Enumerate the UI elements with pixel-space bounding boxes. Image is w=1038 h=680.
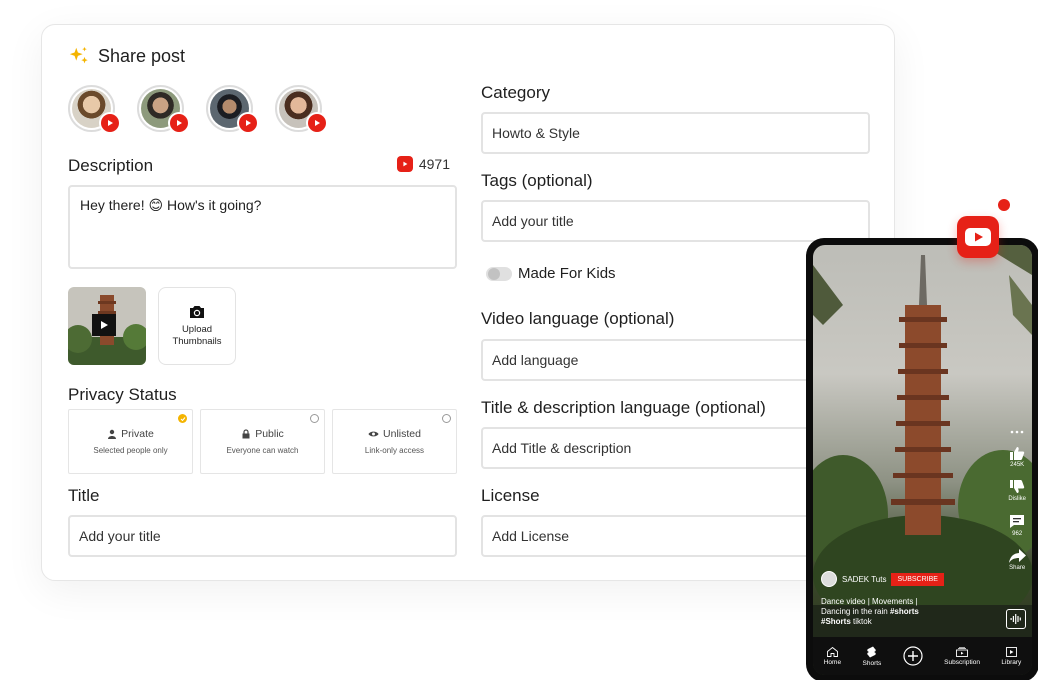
privacy-option-title: Unlisted bbox=[368, 428, 421, 440]
youtube-logo-icon bbox=[957, 216, 999, 258]
nav-create[interactable] bbox=[903, 646, 923, 666]
share-icon bbox=[1008, 549, 1026, 563]
privacy-option-subtitle: Link-only access bbox=[364, 446, 425, 455]
youtube-badge bbox=[306, 112, 328, 134]
made-for-kids-row: Made For Kids bbox=[486, 265, 616, 282]
youtube-badge bbox=[237, 112, 259, 134]
channel-avatar[interactable] bbox=[821, 571, 837, 587]
toggle-knob bbox=[488, 267, 500, 280]
nav-subscriptions[interactable]: Subscription bbox=[944, 646, 980, 666]
account-avatar[interactable] bbox=[275, 85, 328, 134]
nav-shorts[interactable]: Shorts bbox=[863, 646, 881, 667]
title-input[interactable]: Add your title bbox=[68, 515, 457, 557]
shorts-icon bbox=[867, 646, 877, 657]
video-caption: Dance video | Movements | Dancing in the… bbox=[821, 597, 919, 626]
library-icon bbox=[1005, 646, 1017, 657]
account-avatar[interactable] bbox=[206, 85, 259, 134]
youtube-icon bbox=[239, 114, 257, 132]
privacy-option-title: Private bbox=[107, 428, 154, 440]
character-counter: 4971 bbox=[396, 156, 450, 172]
shorts-preview-screen: 245K Dislike 962 Share SADEK Tuts SUBSCR… bbox=[813, 245, 1032, 675]
privacy-option-subtitle: Selected people only bbox=[93, 446, 168, 455]
audio-track-button[interactable] bbox=[1006, 609, 1026, 629]
account-avatar[interactable] bbox=[68, 85, 121, 134]
privacy-status-label: Privacy Status bbox=[68, 385, 177, 404]
comments-button[interactable]: 962 bbox=[1009, 514, 1025, 537]
privacy-option-title: Public bbox=[241, 428, 284, 440]
share-button[interactable]: Share bbox=[1008, 549, 1026, 571]
card-header: Share post bbox=[68, 45, 185, 67]
subscriptions-icon bbox=[956, 646, 969, 657]
play-icon[interactable] bbox=[92, 314, 116, 336]
tags-label: Tags (optional) bbox=[481, 171, 593, 190]
hashtag-link[interactable]: #shorts bbox=[890, 607, 919, 616]
home-icon bbox=[826, 646, 838, 657]
camera-icon bbox=[190, 306, 204, 318]
thumbs-up-icon bbox=[1010, 447, 1025, 460]
counter-value: 4971 bbox=[418, 156, 450, 172]
description-label: Description bbox=[68, 156, 154, 175]
hashtag-link[interactable]: #Shorts bbox=[821, 617, 851, 626]
tags-input[interactable]: Add your title bbox=[481, 200, 870, 242]
privacy-option-unlisted[interactable]: Unlisted Link-only access bbox=[332, 409, 457, 474]
made-for-kids-toggle[interactable] bbox=[486, 266, 512, 281]
upload-label: Upload Thumbnails bbox=[172, 324, 222, 347]
youtube-icon bbox=[101, 114, 119, 132]
lock-icon bbox=[242, 429, 250, 439]
privacy-option-private[interactable]: Private Selected people only bbox=[68, 409, 193, 474]
person-icon bbox=[108, 429, 117, 439]
radio-checked-icon[interactable] bbox=[178, 414, 187, 423]
like-button[interactable]: 245K bbox=[1009, 446, 1025, 468]
privacy-option-subtitle: Everyone can watch bbox=[226, 446, 299, 455]
title-description-language-label: Title & description language (optional) bbox=[481, 398, 766, 417]
bottom-navigation: Home Shorts Subscription Library bbox=[813, 637, 1032, 675]
channel-row: SADEK Tuts SUBSCRIBE bbox=[821, 571, 944, 587]
title-label: Title bbox=[68, 486, 100, 505]
comment-icon bbox=[1010, 515, 1025, 528]
notification-dot bbox=[998, 199, 1010, 211]
stage: Share post Description 4971 Hey there! 😊… bbox=[0, 0, 1038, 680]
nav-library[interactable]: Library bbox=[1001, 646, 1021, 666]
radio-unchecked-icon[interactable] bbox=[442, 414, 451, 423]
description-textarea[interactable]: Hey there! 😊 How's it going? bbox=[68, 185, 457, 269]
shorts-side-actions: 245K Dislike 962 Share bbox=[1008, 430, 1026, 571]
youtube-icon bbox=[308, 114, 326, 132]
phone-preview: 245K Dislike 962 Share SADEK Tuts SUBSCR… bbox=[806, 238, 1038, 680]
youtube-icon bbox=[170, 114, 188, 132]
soundwave-icon bbox=[1010, 614, 1021, 624]
eye-icon bbox=[368, 431, 379, 437]
video-thumbnail[interactable] bbox=[68, 287, 146, 365]
account-avatars bbox=[68, 85, 328, 134]
youtube-badge bbox=[99, 112, 121, 134]
add-icon bbox=[903, 646, 923, 666]
youtube-badge bbox=[168, 112, 190, 134]
more-button[interactable] bbox=[1010, 430, 1024, 434]
radio-unchecked-icon[interactable] bbox=[310, 414, 319, 423]
youtube-icon bbox=[396, 156, 413, 172]
more-icon bbox=[1010, 430, 1024, 434]
subscribe-button[interactable]: SUBSCRIBE bbox=[891, 572, 944, 586]
channel-name[interactable]: SADEK Tuts bbox=[842, 575, 886, 584]
share-post-card: Share post Description 4971 Hey there! 😊… bbox=[41, 24, 895, 581]
upload-thumbnails-button[interactable]: Upload Thumbnails bbox=[158, 287, 236, 365]
sparkle-icon bbox=[69, 46, 88, 64]
dislike-button[interactable]: Dislike bbox=[1008, 480, 1026, 502]
thumbs-down-icon bbox=[1010, 480, 1025, 493]
card-title: Share post bbox=[98, 45, 186, 66]
privacy-options: Private Selected people only Public Ever… bbox=[68, 409, 457, 474]
account-avatar[interactable] bbox=[137, 85, 190, 134]
category-label: Category bbox=[481, 83, 550, 102]
category-select[interactable]: Howto & Style bbox=[481, 112, 870, 154]
privacy-option-public[interactable]: Public Everyone can watch bbox=[200, 409, 325, 474]
nav-home[interactable]: Home bbox=[824, 646, 841, 666]
license-label: License bbox=[481, 486, 540, 505]
made-for-kids-label: Made For Kids bbox=[518, 265, 616, 282]
video-language-label: Video language (optional) bbox=[481, 309, 675, 328]
